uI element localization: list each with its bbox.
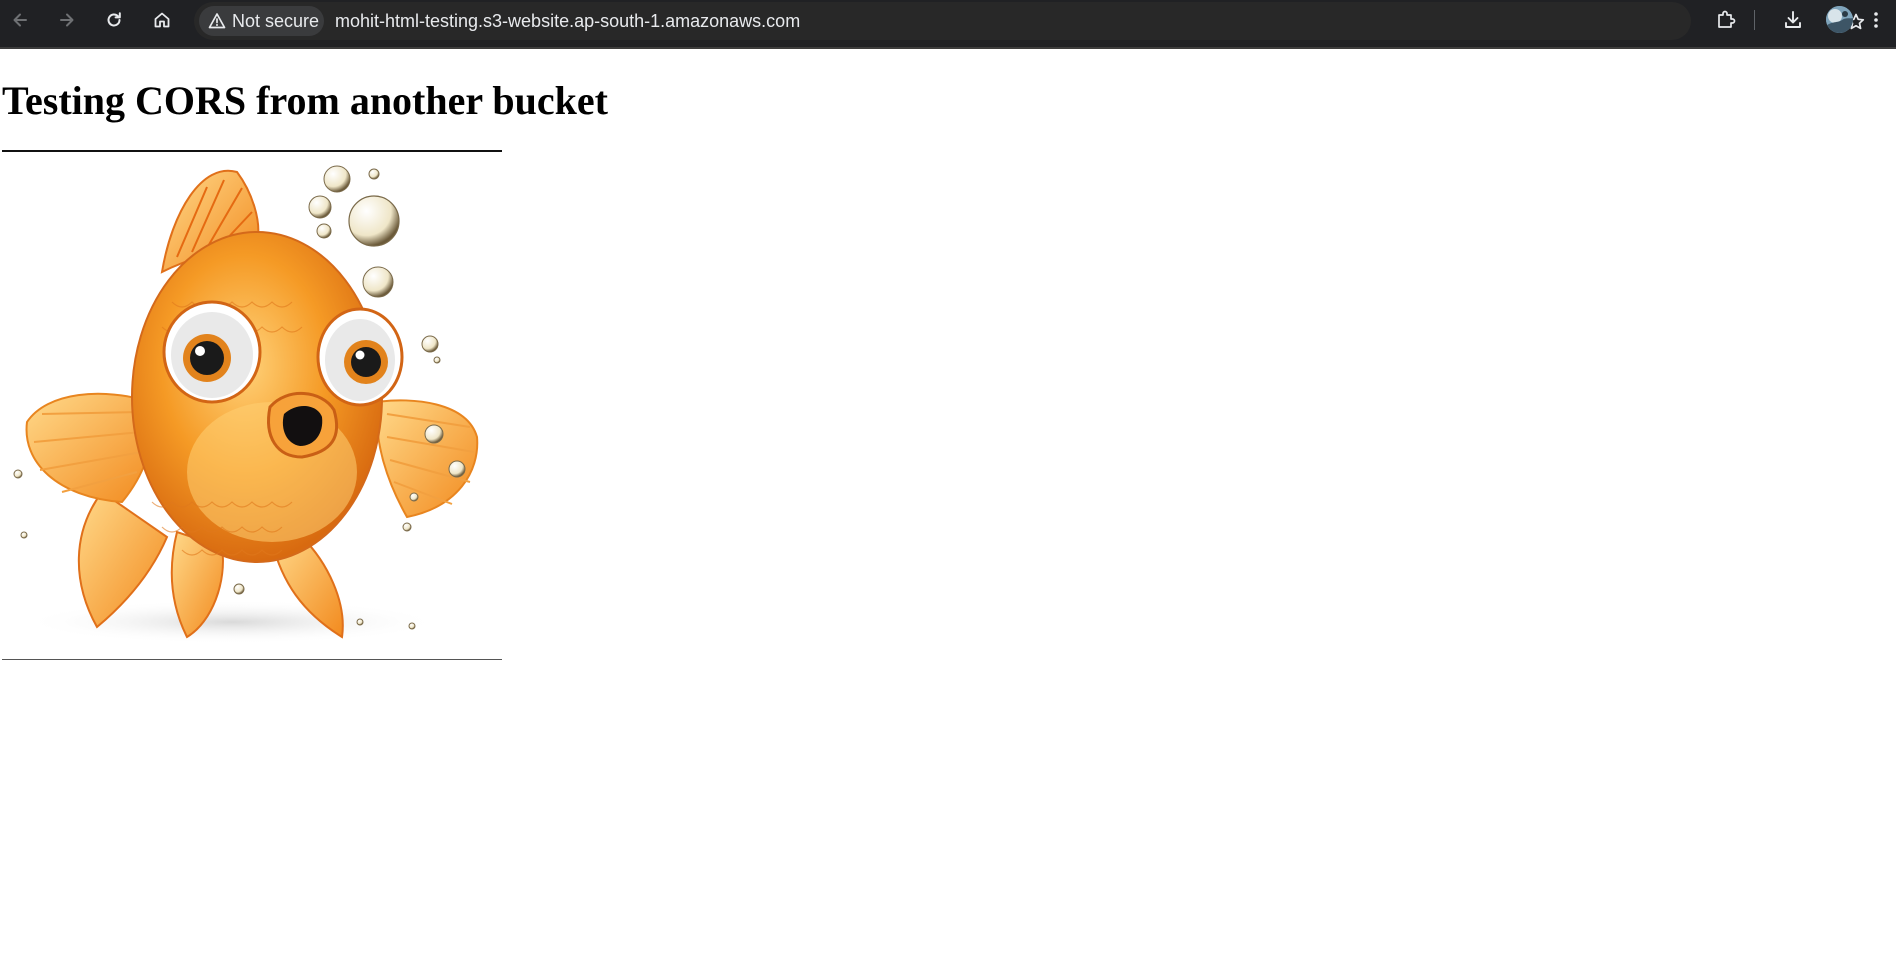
security-label: Not secure: [232, 10, 320, 31]
avatar[interactable]: [1826, 6, 1853, 33]
puzzle-icon: [1715, 9, 1737, 31]
browser-menu-button[interactable]: [1861, 5, 1891, 35]
home-button[interactable]: [147, 5, 177, 35]
kebab-menu-icon: [1872, 10, 1880, 30]
download-icon: [1782, 9, 1804, 31]
reload-icon: [104, 10, 124, 30]
back-button[interactable]: [5, 5, 35, 35]
toolbar-separator: [1754, 10, 1755, 30]
address-bar[interactable]: Not secure mohit-html-testing.s3-website…: [194, 2, 1865, 40]
forward-button[interactable]: [52, 5, 82, 35]
home-icon: [152, 10, 172, 30]
reload-button[interactable]: [99, 5, 129, 35]
security-indicator[interactable]: Not secure: [199, 6, 324, 36]
arrow-right-icon: [57, 10, 77, 30]
downloads-button[interactable]: [1778, 5, 1808, 35]
page-title: Testing CORS from another bucket: [2, 78, 608, 123]
url-text[interactable]: mohit-html-testing.s3-website.ap-south-1…: [335, 2, 800, 40]
extensions-button[interactable]: [1711, 5, 1741, 35]
arrow-left-icon: [10, 10, 30, 30]
goldfish-image: [2, 152, 502, 660]
browser-toolbar: Not secure mohit-html-testing.s3-website…: [0, 0, 1896, 49]
warning-triangle-icon: [208, 12, 226, 30]
